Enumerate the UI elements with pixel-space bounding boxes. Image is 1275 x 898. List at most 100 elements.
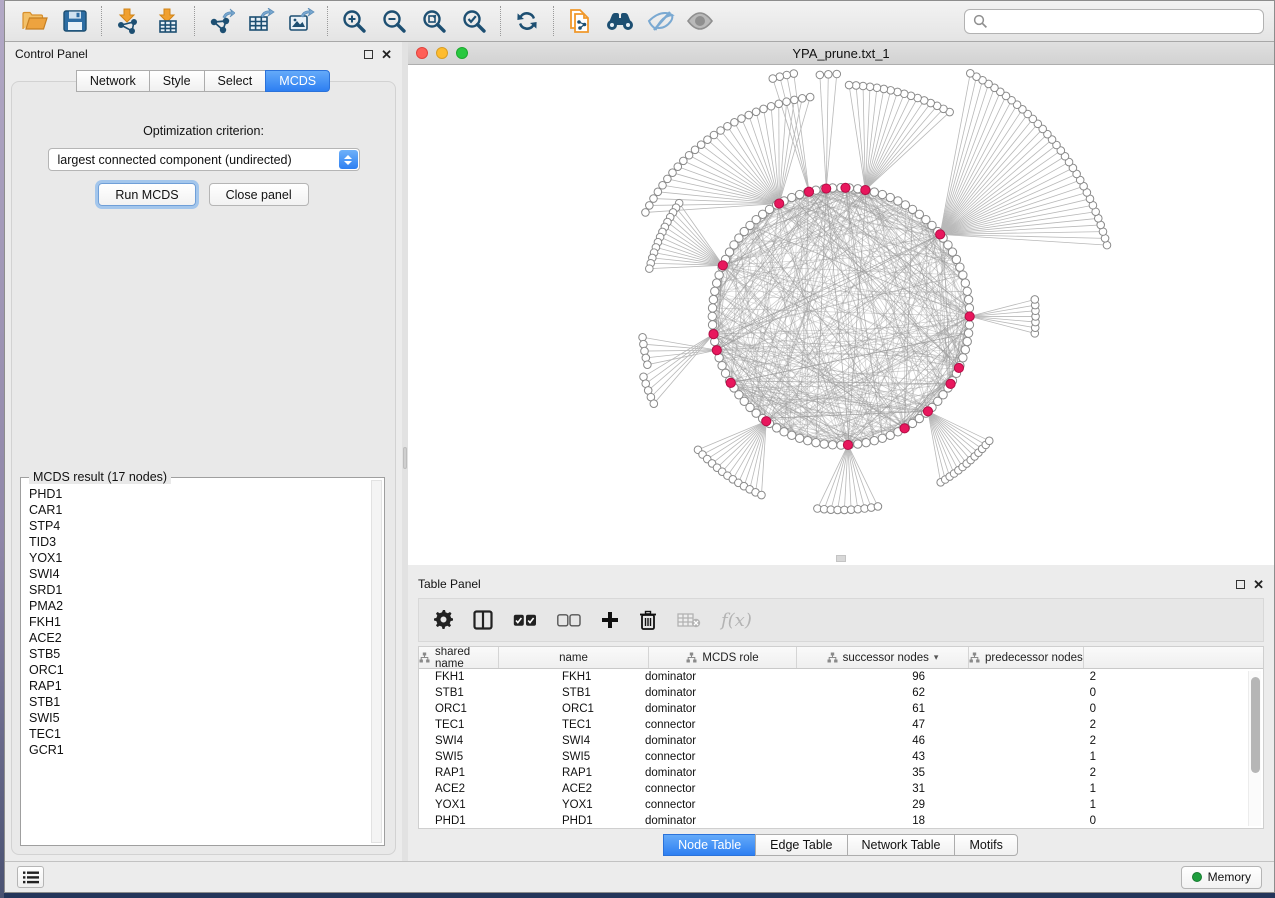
cell-shared-name: SWI4 [419, 733, 552, 749]
zoom-fit-icon[interactable] [414, 4, 454, 38]
mcds-result-node[interactable]: TID3 [29, 534, 370, 550]
show-all-icon[interactable] [680, 4, 720, 38]
mcds-result-node[interactable]: GCR1 [29, 742, 370, 758]
mcds-result-node[interactable]: RAP1 [29, 678, 370, 694]
table-tab[interactable]: Network Table [847, 834, 956, 856]
memory-button[interactable]: Memory [1181, 866, 1262, 889]
mcds-result-node[interactable]: ACE2 [29, 630, 370, 646]
cell-successor-nodes: 96 [782, 669, 930, 685]
panel-menu-button[interactable] [17, 866, 44, 888]
save-session-icon[interactable] [55, 4, 95, 38]
column-header[interactable]: MCDS role ▾ [649, 647, 797, 668]
toolbar-separator [327, 6, 328, 36]
cell-name: STB1 [552, 685, 632, 701]
mcds-result-node[interactable]: SWI5 [29, 710, 370, 726]
search-input[interactable] [994, 14, 1255, 28]
create-column-icon[interactable] [601, 611, 619, 629]
splitter-grip[interactable] [403, 447, 407, 469]
duplicate-network-icon[interactable] [560, 4, 600, 38]
close-panel-icon[interactable]: ✕ [381, 50, 392, 59]
table-settings-gear-icon[interactable] [433, 610, 453, 630]
cell-predecessor-nodes: 2 [930, 733, 1102, 749]
export-table-icon[interactable] [241, 4, 281, 38]
network-view[interactable] [408, 65, 1274, 565]
table-row[interactable]: ACE2 ACE2 connector 31 1 [419, 781, 1263, 797]
table-scrollbar[interactable] [1248, 671, 1261, 826]
cell-shared-name: FKH1 [419, 669, 552, 685]
select-columns-icon[interactable] [473, 610, 493, 630]
cell-predecessor-nodes: 2 [930, 669, 1102, 685]
table-tab[interactable]: Node Table [663, 834, 756, 856]
close-panel-button[interactable]: Close panel [209, 183, 309, 206]
table-row[interactable]: STB1 STB1 dominator 62 0 [419, 685, 1263, 701]
import-network-icon[interactable] [108, 4, 148, 38]
mcds-result-node[interactable]: PHD1 [29, 486, 370, 502]
mcds-result-list[interactable]: PHD1CAR1STP4TID3YOX1SWI4SRD1PMA2FKH1ACE2… [25, 486, 370, 843]
column-header[interactable]: shared name ▾ [419, 647, 499, 668]
show-all-columns-icon[interactable] [513, 614, 537, 627]
export-network-icon[interactable] [201, 4, 241, 38]
cell-successor-nodes: 35 [782, 765, 930, 781]
first-neighbors-icon[interactable] [600, 4, 640, 38]
result-scrollbar[interactable] [371, 480, 382, 843]
canvas-splitter-grip[interactable] [836, 555, 846, 562]
table-scrollbar-thumb[interactable] [1251, 677, 1260, 773]
table-row[interactable]: PHD1 PHD1 dominator 18 0 [419, 813, 1263, 829]
table-row[interactable]: SWI4 SWI4 dominator 46 2 [419, 733, 1263, 749]
import-table-icon[interactable] [148, 4, 188, 38]
table-row[interactable]: FKH1 FKH1 dominator 96 2 [419, 669, 1263, 685]
control-panel-tab[interactable]: Select [204, 70, 267, 92]
horizontal-splitter[interactable] [408, 565, 1274, 572]
table-row[interactable]: SWI5 SWI5 connector 43 1 [419, 749, 1263, 765]
delete-column-icon[interactable] [639, 610, 657, 630]
cell-predecessor-nodes: 0 [930, 701, 1102, 717]
control-panel-tab[interactable]: MCDS [265, 70, 330, 92]
mcds-result-node[interactable]: SRD1 [29, 582, 370, 598]
mcds-result-node[interactable]: SWI4 [29, 566, 370, 582]
table-row[interactable]: TEC1 TEC1 connector 47 2 [419, 717, 1263, 733]
float-table-panel-icon[interactable] [1236, 580, 1245, 589]
mcds-result-node[interactable]: TEC1 [29, 726, 370, 742]
control-panel-tab[interactable]: Network [76, 70, 150, 92]
mcds-result-node[interactable]: CAR1 [29, 502, 370, 518]
close-table-panel-icon[interactable]: ✕ [1253, 580, 1264, 589]
zoom-out-icon[interactable] [374, 4, 414, 38]
network-window-titlebar: YPA_prune.txt_1 [408, 42, 1274, 65]
criterion-select[interactable]: largest connected component (undirected) [48, 148, 360, 171]
mcds-result-node[interactable]: ORC1 [29, 662, 370, 678]
column-header[interactable]: predecessor nodes ▾ [969, 647, 1084, 668]
table-tab[interactable]: Edge Table [755, 834, 847, 856]
table-panel-title: Table Panel [418, 577, 481, 591]
mcds-result-node[interactable]: STB1 [29, 694, 370, 710]
export-image-icon[interactable] [281, 4, 321, 38]
apply-layout-icon[interactable] [507, 4, 547, 38]
cell-name: RAP1 [552, 765, 632, 781]
mcds-result-node[interactable]: STP4 [29, 518, 370, 534]
cell-shared-name: TEC1 [419, 717, 552, 733]
mcds-result-node[interactable]: FKH1 [29, 614, 370, 630]
table-tab[interactable]: Motifs [954, 834, 1017, 856]
column-header[interactable]: name ▾ [499, 647, 649, 668]
mcds-result-node[interactable]: PMA2 [29, 598, 370, 614]
float-panel-icon[interactable] [364, 50, 373, 59]
zoom-in-icon[interactable] [334, 4, 374, 38]
control-panel-tab[interactable]: Style [149, 70, 205, 92]
table-header-row: shared name ▾ name ▾ [419, 647, 1263, 669]
cell-name: SWI4 [552, 733, 632, 749]
hide-all-columns-icon[interactable] [557, 614, 581, 627]
cell-successor-nodes: 47 [782, 717, 930, 733]
zoom-selected-icon[interactable] [454, 4, 494, 38]
mcds-result-node[interactable]: STB5 [29, 646, 370, 662]
table-row[interactable]: RAP1 RAP1 dominator 35 2 [419, 765, 1263, 781]
network-graph[interactable] [408, 65, 1274, 564]
open-file-icon[interactable] [15, 4, 55, 38]
search-icon [973, 14, 988, 29]
run-mcds-button[interactable]: Run MCDS [98, 183, 195, 206]
mcds-result-node[interactable]: YOX1 [29, 550, 370, 566]
table-row[interactable]: YOX1 YOX1 connector 29 1 [419, 797, 1263, 813]
hide-selected-icon[interactable] [640, 4, 680, 38]
search-field[interactable] [964, 9, 1264, 34]
column-header[interactable]: successor nodes ▾ [797, 647, 969, 668]
cell-predecessor-nodes: 0 [930, 685, 1102, 701]
table-row[interactable]: ORC1 ORC1 dominator 61 0 [419, 701, 1263, 717]
